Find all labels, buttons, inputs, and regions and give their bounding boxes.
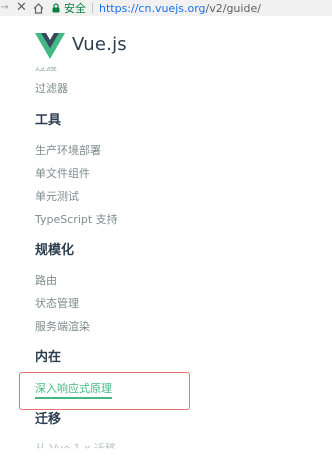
site-title[interactable]: Vue.js (72, 34, 127, 55)
section-title-migration: 迁移 (35, 412, 62, 427)
sidebar-item-deployment[interactable]: 生产环境部署 (35, 144, 101, 158)
section-title-tools: 工具 (35, 113, 62, 128)
sidebar-item-filters[interactable]: 过滤器 (35, 82, 68, 96)
forward-icon[interactable]: → (0, 1, 13, 15)
vue-logo-icon[interactable] (35, 33, 65, 59)
section-title-internals: 内在 (35, 350, 62, 365)
lock-icon (50, 2, 62, 14)
address-divider (92, 3, 93, 13)
sidebar-item-routing[interactable]: 路由 (35, 274, 57, 288)
home-icon[interactable] (30, 2, 47, 14)
sidebar-item-single-file-components[interactable]: 单文件组件 (35, 167, 90, 181)
url-path[interactable]: /v2/guide/ (206, 2, 261, 15)
address-bar[interactable]: 安全 https://cn.vuejs.org/v2/guide/ (50, 1, 261, 15)
secure-label: 安全 (64, 2, 86, 15)
nav-buttons: → ✕ (0, 0, 47, 16)
section-title-scaling: 规模化 (35, 243, 75, 258)
sidebar-header: Vue.js (0, 16, 332, 60)
sidebar-item-ssr[interactable]: 服务端渲染 (35, 320, 90, 334)
highlight-annotation-box (19, 372, 190, 410)
sidebar-item-partial[interactable]: 过渡 (35, 67, 57, 74)
url-host[interactable]: https://cn.vuejs.org (99, 2, 206, 15)
sidebar-item-unit-testing[interactable]: 单元测试 (35, 190, 79, 204)
sidebar-item-migration-partial[interactable]: 从 Vue 1.x 迁移 (35, 442, 116, 448)
sidebar-item-state-management[interactable]: 状态管理 (35, 297, 79, 311)
browser-toolbar: → ✕ 安全 https://cn.vuejs.org/v2/guide/ (0, 0, 332, 17)
close-icon[interactable]: ✕ (13, 1, 30, 15)
sidebar-item-typescript[interactable]: TypeScript 支持 (35, 213, 118, 227)
